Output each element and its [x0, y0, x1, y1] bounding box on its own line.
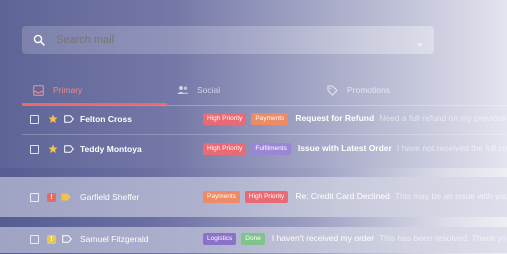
email-preview: This has been resolved. Thank you!: [379, 233, 507, 244]
tag-icon: [327, 84, 338, 96]
important-icon[interactable]: !: [47, 192, 56, 202]
sender-name: Garfield Sheffer: [80, 192, 140, 202]
row-checkbox[interactable]: [30, 114, 39, 124]
label-icon[interactable]: [64, 145, 74, 153]
badge-fulfilments: Fulfilments: [251, 143, 291, 155]
search-icon[interactable]: [33, 34, 45, 46]
star-icon[interactable]: [48, 144, 58, 154]
email-card: ! Garfield Sheffer Payments High Priorit…: [0, 177, 507, 217]
email-subject: Re: Credit Card Declined: [295, 191, 390, 202]
tab-promotions[interactable]: Promotions: [327, 76, 390, 104]
email-content: Payments High Priority Re: Credit Card D…: [203, 191, 507, 203]
label-icon[interactable]: [64, 115, 74, 123]
email-row[interactable]: Felton Cross High Priority Payments Requ…: [22, 104, 507, 134]
email-row[interactable]: ! Garfield Sheffer Payments High Priorit…: [22, 182, 507, 212]
row-checkbox[interactable]: [30, 144, 39, 154]
badge-done: Done: [241, 233, 265, 245]
search-input[interactable]: [54, 33, 416, 47]
sender-name: Felton Cross: [80, 114, 132, 124]
important-icon[interactable]: !: [47, 234, 56, 244]
row-checkbox[interactable]: [30, 234, 39, 244]
inbox-icon: [33, 84, 44, 96]
label-icon[interactable]: [62, 235, 72, 243]
sender-name: Samuel Fitzgerald: [80, 234, 149, 244]
badge-high-priority: High Priority: [203, 143, 247, 155]
badge-high-priority: High Priority: [244, 191, 289, 203]
email-subject: I haven't received my order: [271, 233, 375, 244]
email-row[interactable]: ! Samuel Fitzgerald Logistics Done I hav…: [22, 224, 507, 254]
badge-high-priority: High Priority: [203, 113, 247, 125]
email-preview: Need a full refund on my previous order: [379, 113, 507, 124]
tab-primary-label: Primary: [53, 85, 83, 95]
email-subject: Issue with Latest Order: [297, 143, 392, 154]
chevron-down-icon[interactable]: [416, 36, 424, 47]
tab-promotions-label: Promotions: [347, 85, 390, 95]
badge-payments: Payments: [251, 113, 289, 125]
email-content: High Priority Payments Request for Refun…: [203, 113, 507, 125]
email-preview: This may be an issue with your Credit Ca…: [394, 191, 507, 202]
row-checkbox[interactable]: [30, 192, 39, 202]
email-row[interactable]: Teddy Montoya High Priority Fulfilments …: [22, 134, 507, 164]
email-content: High Priority Fulfilments Issue with Lat…: [203, 143, 507, 155]
tab-social-label: Social: [197, 85, 221, 95]
badge-payments: Payments: [203, 191, 240, 203]
sender-name: Teddy Montoya: [80, 144, 142, 154]
tab-social[interactable]: Social: [177, 76, 220, 104]
email-content: Logistics Done I haven't received my ord…: [203, 233, 507, 245]
label-icon[interactable]: [61, 193, 71, 201]
star-icon[interactable]: [48, 114, 58, 124]
badge-logistics: Logistics: [203, 233, 237, 245]
people-icon: [177, 85, 189, 96]
email-subject: Request for Refund: [295, 113, 375, 124]
email-preview: I have not received the full consignment: [396, 143, 507, 154]
mail-tabs: Primary Social Promotions: [22, 76, 507, 106]
search-bar[interactable]: [22, 26, 434, 54]
tab-primary[interactable]: Primary: [22, 76, 166, 104]
email-card: ! Samuel Fitzgerald Logistics Done I hav…: [0, 227, 507, 253]
